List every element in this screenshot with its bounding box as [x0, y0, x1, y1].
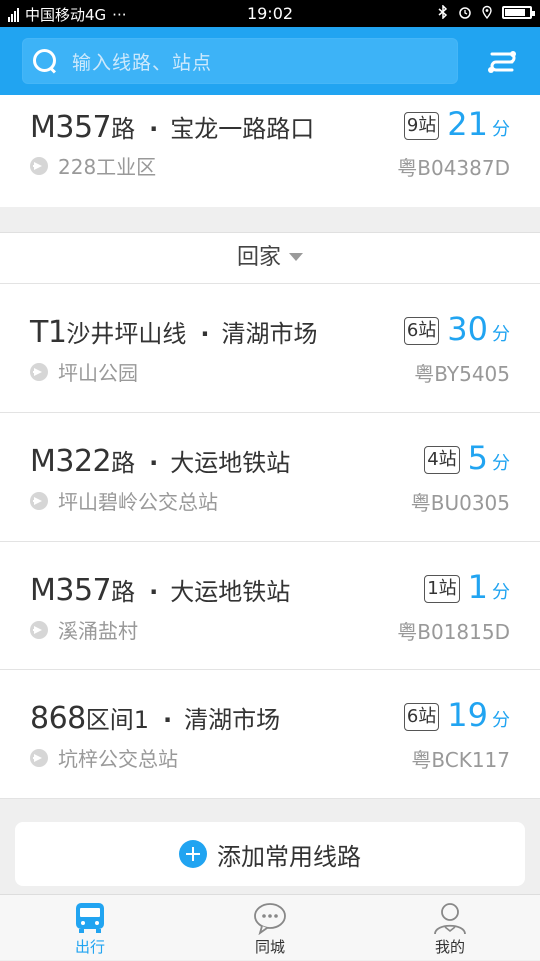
minutes-value: 21 [447, 105, 488, 143]
tab-label: 同城 [254, 938, 285, 956]
origin-line: 坑梓公交总站 [30, 743, 178, 772]
route-stop: 清湖市场 [184, 706, 281, 734]
search-icon [32, 48, 58, 74]
search-input[interactable]: 输入线路、站点 [22, 38, 458, 84]
origin-line: 坪山公园 [30, 357, 138, 386]
stops-badge: 1站 [424, 575, 460, 603]
minutes-unit: 分 [492, 710, 510, 731]
minutes-unit: 分 [492, 119, 510, 140]
list-item[interactable]: 868区间1 · 清湖市场坑梓公交总站 6站 19 分粤BCK117 [0, 670, 540, 799]
minutes-value: 30 [447, 310, 488, 348]
arrow-circle-icon [30, 748, 48, 767]
minutes-unit: 分 [492, 582, 510, 603]
stops-badge: 9站 [403, 112, 440, 140]
plus-icon [179, 840, 207, 868]
route-title: M357路 · 宝龙一路路口 [30, 110, 315, 145]
route-stop: 大运地铁站 [170, 578, 291, 606]
plate-number: 粤BY5405 [414, 362, 510, 386]
arrow-circle-icon [30, 156, 48, 175]
arrival-info: 4站 5 分 [424, 439, 510, 478]
tab-label: 出行 [74, 938, 105, 956]
minutes-value: 19 [447, 696, 488, 734]
minutes-unit: 分 [492, 324, 510, 345]
route-suffix: 路 [111, 115, 136, 143]
route-title: M322路 · 大运地铁站 [30, 444, 291, 479]
plate-number: 粤B04387D [397, 156, 510, 180]
arrival-info: 9站 21 分 [403, 105, 510, 144]
route-stop: 清湖市场 [221, 320, 318, 348]
arrow-circle-icon [30, 491, 48, 510]
route-suffix: 区间1 [85, 706, 150, 734]
stops-badge: 4站 [424, 446, 460, 474]
route-suffix: 沙井坪山线 [66, 320, 187, 348]
origin-label: 溪涌盐村 [58, 619, 138, 643]
chat-icon [254, 903, 286, 935]
arrival-info: 6站 19 分 [403, 696, 510, 735]
minutes-unit: 分 [492, 453, 510, 474]
route-number: M322 [30, 444, 112, 479]
origin-label: 坪山碧岭公交总站 [58, 490, 218, 514]
add-route-label: 添加常用线路 [217, 842, 361, 871]
caret-down-icon [289, 253, 303, 261]
tab-travel[interactable]: 出行 [0, 895, 180, 961]
bluetooth-icon [438, 5, 448, 19]
group-selector[interactable]: 回家 [0, 232, 540, 284]
arrival-info: 1站 1 分 [424, 568, 510, 607]
arrow-circle-icon [30, 620, 48, 639]
location-icon [482, 5, 492, 19]
route-title: M357路 · 大运地铁站 [30, 573, 291, 608]
route-number: 868 [30, 701, 86, 736]
route-title: T1沙井坪山线 · 清湖市场 [30, 315, 318, 350]
minutes-value: 1 [467, 568, 488, 606]
stops-badge: 6站 [403, 703, 440, 731]
route-number: M357 [30, 573, 112, 608]
alarm-icon [459, 7, 471, 19]
route-stop: 宝龙一路路口 [170, 115, 315, 143]
origin-line: 228工业区 [30, 151, 156, 180]
origin-line: 溪涌盐村 [30, 615, 138, 644]
tab-city[interactable]: 同城 [180, 895, 360, 961]
user-icon [434, 903, 466, 935]
plate-number: 粤B01815D [397, 620, 510, 644]
add-route-button[interactable]: 添加常用线路 [15, 822, 525, 886]
stops-badge: 6站 [403, 317, 440, 345]
bottom-nav: 出行 同城 我的 [0, 894, 540, 960]
status-bar: 中国移动4G ··· 19:02 [0, 0, 540, 27]
origin-label: 坪山公园 [58, 361, 138, 385]
battery-icon [502, 5, 535, 19]
arrow-circle-icon [30, 362, 48, 381]
route-switch-icon[interactable] [486, 46, 518, 78]
app-header: 输入线路、站点 [0, 27, 540, 95]
plate-number: 粤BCK117 [411, 748, 510, 772]
route-suffix: 路 [111, 578, 136, 606]
plate-number: 粤BU0305 [410, 491, 510, 515]
route-number: M357 [30, 110, 112, 145]
arrival-info: 6站 30 分 [403, 310, 510, 349]
list-item[interactable]: M357路 · 大运地铁站溪涌盐村 1站 1 分粤B01815D [0, 542, 540, 670]
origin-label: 228工业区 [58, 155, 157, 179]
group-label: 回家 [236, 245, 281, 270]
tab-mine[interactable]: 我的 [360, 895, 540, 961]
list-item[interactable]: M357路 · 宝龙一路路口 228工业区 9站 21 分 粤B04387D [0, 95, 540, 207]
list-item[interactable]: T1沙井坪山线 · 清湖市场坪山公园 6站 30 分粤BY5405 [0, 284, 540, 413]
minutes-value: 5 [467, 439, 488, 477]
status-right [436, 5, 535, 19]
route-suffix: 路 [111, 449, 136, 477]
list-item[interactable]: M322路 · 大运地铁站坪山碧岭公交总站 4站 5 分粤BU0305 [0, 413, 540, 542]
route-title: 868区间1 · 清湖市场 [30, 701, 281, 736]
tab-label: 我的 [434, 938, 465, 956]
route-stop: 大运地铁站 [170, 449, 291, 477]
search-placeholder: 输入线路、站点 [72, 51, 213, 74]
origin-label: 坑梓公交总站 [58, 747, 178, 771]
bus-icon [76, 903, 104, 933]
route-number: T1 [30, 315, 67, 350]
origin-line: 坪山碧岭公交总站 [30, 486, 218, 515]
